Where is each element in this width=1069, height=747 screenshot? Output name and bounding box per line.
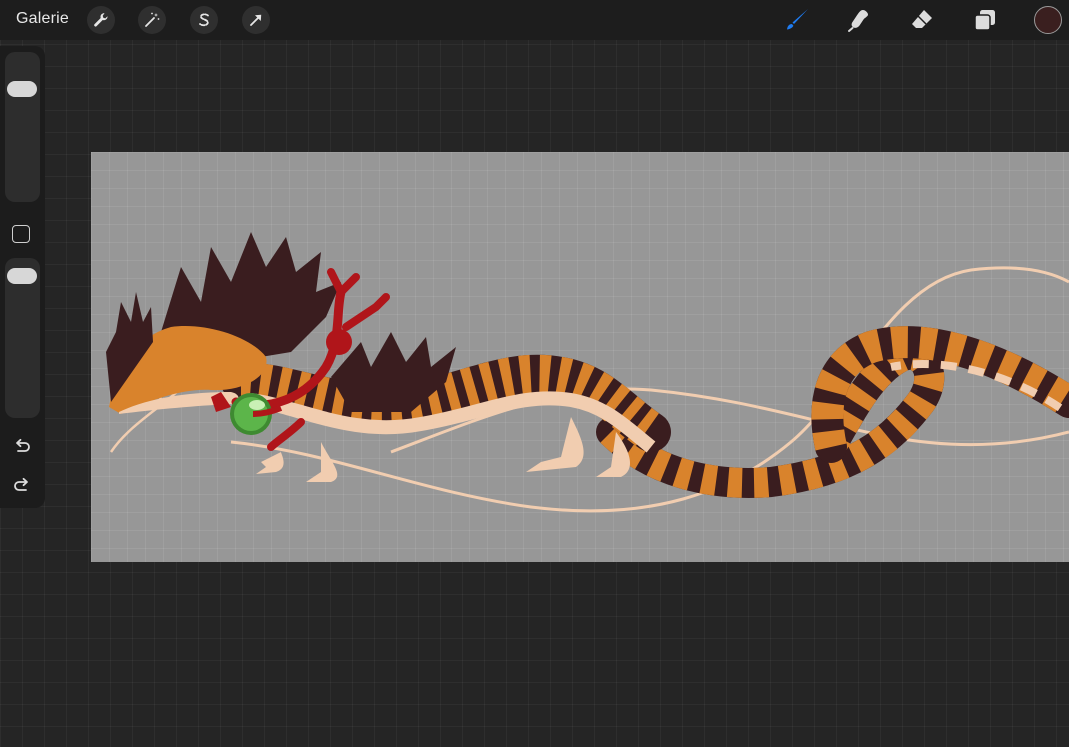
brush-icon[interactable] bbox=[782, 5, 812, 35]
magic-wand-icon[interactable] bbox=[138, 6, 166, 34]
brush-size-slider-thumb[interactable] bbox=[7, 81, 37, 98]
drawing-canvas[interactable] bbox=[91, 152, 1069, 562]
redo-icon[interactable] bbox=[10, 474, 34, 498]
top-toolbar: Galerie bbox=[0, 0, 1069, 40]
transform-arrow-icon[interactable] bbox=[242, 6, 270, 34]
modifier-square-icon[interactable] bbox=[12, 225, 30, 243]
brush-size-slider[interactable] bbox=[5, 52, 40, 202]
gallery-button[interactable]: Galerie bbox=[16, 10, 69, 28]
selection-s-icon[interactable] bbox=[190, 6, 218, 34]
current-color-swatch[interactable] bbox=[1034, 6, 1062, 34]
eraser-icon[interactable] bbox=[907, 5, 937, 35]
wrench-icon[interactable] bbox=[87, 6, 115, 34]
opacity-slider[interactable] bbox=[5, 258, 40, 418]
dragon-illustration bbox=[106, 232, 1069, 513]
side-toolbar bbox=[0, 46, 45, 508]
undo-icon[interactable] bbox=[10, 435, 34, 459]
opacity-slider-thumb[interactable] bbox=[7, 268, 37, 284]
smudge-icon[interactable] bbox=[844, 5, 874, 35]
layers-icon[interactable] bbox=[970, 5, 1000, 35]
